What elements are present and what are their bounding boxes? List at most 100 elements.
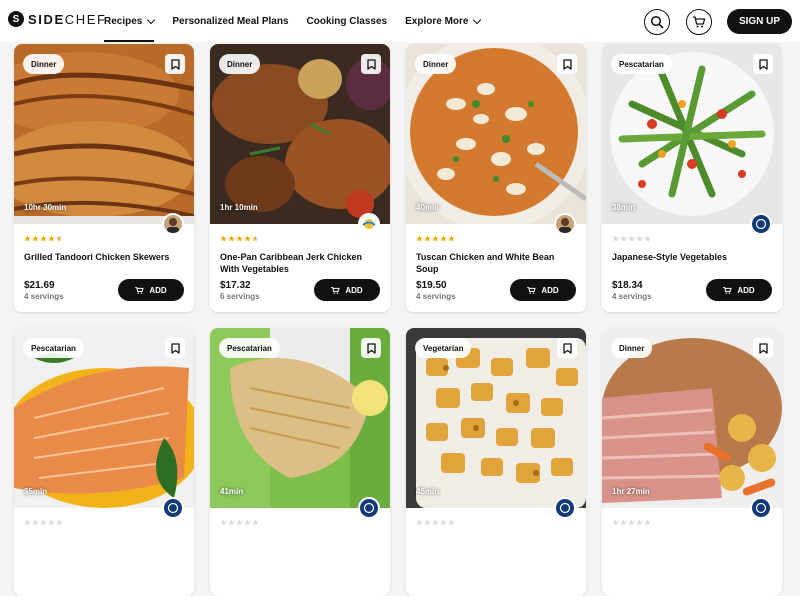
star-icon [448, 235, 455, 242]
recipe-title[interactable]: Japanese-Style Vegetables [612, 251, 772, 263]
bookmark-button[interactable] [557, 54, 577, 74]
bookmark-button[interactable] [361, 338, 381, 358]
author-avatar[interactable] [554, 497, 576, 519]
recipe-card[interactable]: Dinner 10hr 30min Grilled Tandoori Chicken… [14, 44, 194, 312]
star-icon [620, 519, 627, 526]
person-avatar-icon [167, 218, 179, 233]
sidechef-logo-icon [755, 502, 767, 514]
bookmark-button[interactable] [557, 338, 577, 358]
category-tag: Pescatarian [219, 338, 280, 358]
star-icon [440, 235, 447, 242]
recipe-price: $21.69 [24, 280, 55, 291]
bookmark-button[interactable] [753, 54, 773, 74]
author-avatar[interactable] [358, 213, 380, 235]
bookmark-icon [562, 342, 572, 354]
recipe-card[interactable]: Pescatarian 38min Japanese-Style Vegetable… [602, 44, 782, 312]
star-icon [244, 519, 251, 526]
author-avatar[interactable] [162, 213, 184, 235]
cart-icon [527, 286, 536, 294]
star-icon [636, 519, 643, 526]
chevron-down-icon [147, 15, 156, 24]
star-icon [644, 235, 651, 242]
author-avatar[interactable] [162, 497, 184, 519]
recipe-card[interactable]: Vegetarian 45min [406, 328, 586, 596]
bookmark-icon [366, 342, 376, 354]
star-icon [636, 235, 643, 242]
cart-icon [135, 286, 144, 294]
search-button[interactable] [644, 9, 670, 35]
rating-stars [220, 235, 259, 243]
star-icon [56, 519, 63, 526]
category-tag: Dinner [23, 54, 65, 74]
nav-recipes[interactable]: Recipes [104, 0, 156, 42]
star-icon [416, 235, 423, 242]
add-to-cart-button[interactable]: ADD [314, 279, 380, 301]
recipe-title[interactable]: Tuscan Chicken and White Bean Soup [416, 251, 576, 275]
category-tag: Vegetarian [415, 338, 472, 358]
star-icon [432, 235, 439, 242]
bookmark-button[interactable] [165, 338, 185, 358]
bookmark-button[interactable] [361, 54, 381, 74]
recipe-card[interactable]: Pescatarian 35min [14, 328, 194, 596]
recipe-price: $17.32 [220, 280, 251, 291]
cook-time: 40min [416, 203, 440, 212]
sidechef-logo-icon [363, 502, 375, 514]
recipe-card[interactable]: Dinner 40min Tuscan Chicken and White Bean… [406, 44, 586, 312]
add-label: ADD [737, 285, 755, 295]
recipe-card[interactable]: Dinner 1hr 27min [602, 328, 782, 596]
rating-stars [24, 519, 63, 527]
recipe-title[interactable]: One-Pan Caribbean Jerk Chicken With Vege… [220, 251, 380, 275]
logo-text: SIDECHEF [28, 11, 107, 27]
cook-time: 35min [24, 487, 48, 496]
add-to-cart-button[interactable]: ADD [118, 279, 184, 301]
sidechef-logo[interactable]: S SIDECHEF [8, 11, 107, 27]
nav-meal-plans[interactable]: Personalized Meal Plans [172, 0, 288, 42]
star-icon [24, 519, 31, 526]
star-icon [236, 519, 243, 526]
star-icon [424, 519, 431, 526]
search-icon [650, 15, 664, 29]
rating-stars [24, 235, 63, 243]
add-to-cart-button[interactable]: ADD [706, 279, 772, 301]
star-icon [628, 519, 635, 526]
recipe-card[interactable]: Dinner 1hr 10min One-Pan Caribbean Jerk Ch… [210, 44, 390, 312]
author-avatar[interactable] [750, 497, 772, 519]
recipe-card[interactable]: Pescatarian 41min [210, 328, 390, 596]
servings-count: 4 servings [416, 292, 456, 301]
servings-count: 6 servings [220, 292, 260, 301]
bookmark-icon [562, 58, 572, 70]
logo-mark-icon: S [8, 11, 24, 27]
recipe-price: $18.34 [612, 280, 643, 291]
bookmark-icon [758, 58, 768, 70]
signup-button[interactable]: SIGN UP [727, 9, 792, 34]
star-icon [228, 235, 235, 242]
bookmark-button[interactable] [165, 54, 185, 74]
category-tag: Dinner [611, 338, 653, 358]
bookmark-icon [170, 342, 180, 354]
star-icon [24, 235, 31, 242]
author-avatar[interactable] [554, 213, 576, 235]
star-icon [32, 519, 39, 526]
cook-time: 41min [220, 487, 244, 496]
star-icon [40, 235, 47, 242]
bookmark-icon [170, 58, 180, 70]
bookmark-button[interactable] [753, 338, 773, 358]
rating-stars [416, 235, 455, 243]
author-avatar[interactable] [750, 213, 772, 235]
nav-cooking-classes[interactable]: Cooking Classes [307, 0, 388, 42]
nav-explore-more[interactable]: Explore More [405, 0, 482, 42]
recipe-title[interactable]: Grilled Tandoori Chicken Skewers [24, 251, 184, 263]
chevron-down-icon [473, 15, 482, 24]
star-icon [32, 235, 39, 242]
star-icon [612, 235, 619, 242]
add-to-cart-button[interactable]: ADD [510, 279, 576, 301]
star-icon [236, 235, 243, 242]
person-avatar-icon [559, 218, 571, 233]
star-icon [252, 519, 259, 526]
add-label: ADD [345, 285, 363, 295]
star-icon [612, 519, 619, 526]
author-avatar[interactable] [358, 497, 380, 519]
cart-button[interactable] [686, 9, 712, 35]
star-icon [432, 519, 439, 526]
star-icon [448, 519, 455, 526]
